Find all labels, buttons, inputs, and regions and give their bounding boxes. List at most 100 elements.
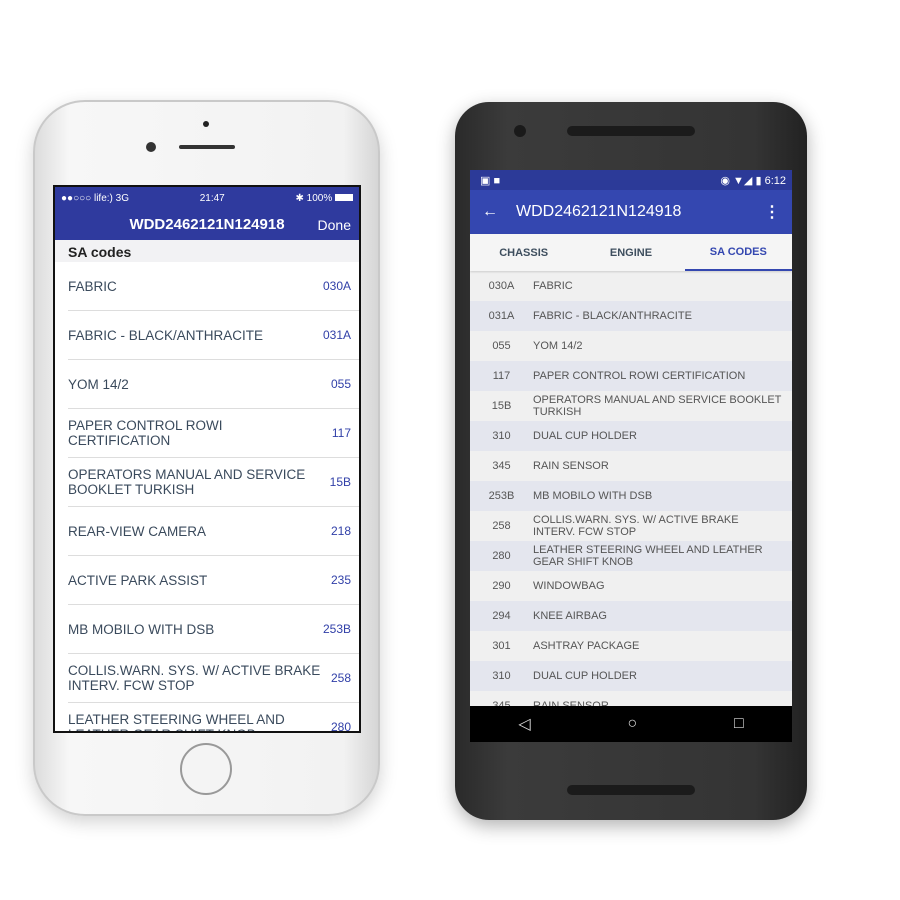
home-icon[interactable]: ○ bbox=[627, 715, 637, 733]
carrier: ●●○○○ life:) bbox=[61, 192, 113, 204]
list-item[interactable]: 030A FABRIC bbox=[470, 271, 792, 301]
item-label: YOM 14/2 bbox=[68, 376, 129, 392]
recents-icon[interactable]: □ bbox=[734, 715, 744, 733]
list-item[interactable]: 294 KNEE AIRBAG bbox=[470, 601, 792, 631]
item-code: 15B bbox=[491, 400, 512, 412]
tab-chassis[interactable]: CHASSIS bbox=[470, 234, 577, 271]
battery-charging-icon: ▮ bbox=[755, 174, 762, 187]
list-item[interactable]: LEATHER STEERING WHEEL AND LEATHER GEAR … bbox=[68, 703, 359, 731]
android-notification-icon: ■ bbox=[493, 174, 501, 187]
ios-screen: ●●○○○ life:) 3G 21:47 ✱ 100% WDD2462121N… bbox=[53, 185, 361, 733]
item-code: 290 bbox=[492, 580, 511, 592]
list-item[interactable]: OPERATORS MANUAL AND SERVICE BOOKLET TUR… bbox=[68, 458, 359, 507]
list-item[interactable]: 253B MB MOBILO WITH DSB bbox=[470, 481, 792, 511]
sa-code-list: FABRIC 030A FABRIC - BLACK/ANTHRACITE 031A Y… bbox=[55, 262, 359, 731]
item-code: 15B bbox=[329, 475, 351, 489]
item-label: OPERATORS MANUAL AND SERVICE BOOKLET TUR… bbox=[68, 467, 306, 497]
app-bar: ← WDD2462121N124918 ⋮ bbox=[470, 190, 792, 234]
tab-engine[interactable]: ENGINE bbox=[577, 234, 684, 271]
list-item[interactable]: FABRIC - BLACK/ANTHRACITE 031A bbox=[68, 311, 359, 360]
back-arrow-icon[interactable]: ← bbox=[482, 203, 498, 221]
item-code: 310 bbox=[492, 430, 511, 442]
wifi-icon: ▼ bbox=[733, 174, 744, 187]
item-label: RAIN SENSOR bbox=[533, 460, 609, 472]
android-status-bar: ▣ ■ ◉ ▼◢ ▮ 6:12 bbox=[470, 170, 792, 190]
item-label: OPERATORS MANUAL AND SERVICE BOOKLET TUR… bbox=[533, 394, 782, 418]
done-button[interactable]: Done bbox=[318, 217, 351, 233]
item-code: 055 bbox=[330, 377, 351, 391]
list-item[interactable]: 345 RAIN SENSOR bbox=[470, 451, 792, 481]
image-notification-icon: ▣ bbox=[480, 174, 491, 187]
top-speaker bbox=[567, 126, 695, 136]
back-icon[interactable]: ◁ bbox=[518, 714, 530, 734]
ios-status-bar: ●●○○○ life:) 3G 21:47 ✱ 100% bbox=[55, 187, 359, 209]
list-item[interactable]: 280 LEATHER STEERING WHEEL AND LEATHER GE… bbox=[470, 541, 792, 571]
item-code: 235 bbox=[330, 573, 351, 587]
home-button[interactable] bbox=[180, 743, 232, 795]
front-sensor bbox=[203, 121, 209, 127]
item-label: MB MOBILO WITH DSB bbox=[68, 621, 215, 637]
item-label: COLLIS.WARN. SYS. W/ ACTIVE BRAKE INTERV… bbox=[533, 514, 739, 538]
list-item[interactable]: 310 DUAL CUP HOLDER bbox=[470, 661, 792, 691]
item-code: 117 bbox=[492, 370, 511, 382]
front-camera bbox=[514, 125, 526, 137]
bluetooth-icon: ✱ bbox=[295, 192, 304, 204]
list-item[interactable]: REAR-VIEW CAMERA 218 bbox=[68, 507, 359, 556]
item-code: 258 bbox=[330, 671, 351, 685]
item-code: 055 bbox=[492, 340, 511, 352]
network: 3G bbox=[115, 192, 129, 204]
list-item[interactable]: 15B OPERATORS MANUAL AND SERVICE BOOKLET … bbox=[470, 391, 792, 421]
item-code: 031A bbox=[488, 310, 515, 322]
item-label: REAR-VIEW CAMERA bbox=[68, 523, 207, 539]
list-item[interactable]: 055 YOM 14/2 bbox=[470, 331, 792, 361]
item-label: COLLIS.WARN. SYS. W/ ACTIVE BRAKE INTERV… bbox=[68, 663, 321, 693]
item-code: 117 bbox=[331, 426, 351, 440]
list-item[interactable]: 301 ASHTRAY PACKAGE bbox=[470, 631, 792, 661]
item-label: ACTIVE PARK ASSIST bbox=[68, 572, 208, 588]
item-code: 218 bbox=[330, 524, 351, 538]
clock: 21:47 bbox=[199, 192, 225, 204]
item-label: WINDOWBAG bbox=[533, 580, 605, 592]
item-label: PAPER CONTROL ROWI CERTIFICATION bbox=[68, 418, 223, 448]
list-item[interactable]: PAPER CONTROL ROWI CERTIFICATION 117 bbox=[68, 409, 359, 458]
page-title: WDD2462121N124918 bbox=[129, 216, 285, 233]
item-label: KNEE AIRBAG bbox=[533, 610, 607, 622]
item-code: 030A bbox=[488, 280, 515, 292]
android-screen: ▣ ■ ◉ ▼◢ ▮ 6:12 ← WDD2462121N124918 ⋮ CH… bbox=[470, 170, 792, 742]
list-item[interactable]: COLLIS.WARN. SYS. W/ ACTIVE BRAKE INTERV… bbox=[68, 654, 359, 703]
sa-code-list: 030A FABRIC 031A FABRIC - BLACK/ANTHRACITE 0… bbox=[470, 271, 792, 721]
list-item[interactable]: 290 WINDOWBAG bbox=[470, 571, 792, 601]
item-label: FABRIC - BLACK/ANTHRACITE bbox=[68, 327, 264, 343]
list-item[interactable]: YOM 14/2 055 bbox=[68, 360, 359, 409]
list-item[interactable]: FABRIC 030A bbox=[68, 262, 359, 311]
ios-nav-bar: WDD2462121N124918 Done bbox=[55, 209, 359, 240]
earpiece bbox=[179, 145, 235, 149]
item-code: 280 bbox=[492, 550, 511, 562]
item-label: ASHTRAY PACKAGE bbox=[533, 640, 640, 652]
list-item[interactable]: 031A FABRIC - BLACK/ANTHRACITE bbox=[470, 301, 792, 331]
clock: 6:12 bbox=[764, 174, 786, 187]
list-item[interactable]: 310 DUAL CUP HOLDER bbox=[470, 421, 792, 451]
more-vert-icon[interactable]: ⋮ bbox=[764, 202, 780, 222]
item-label: DUAL CUP HOLDER bbox=[533, 670, 637, 682]
list-item[interactable]: MB MOBILO WITH DSB 253B bbox=[68, 605, 359, 654]
list-item[interactable]: 258 COLLIS.WARN. SYS. W/ ACTIVE BRAKE INT… bbox=[470, 511, 792, 541]
sync-icon: ◉ bbox=[720, 174, 730, 187]
item-code: 258 bbox=[492, 520, 511, 532]
android-nav-bar: ◁ ○ □ bbox=[470, 706, 792, 742]
tab-sa-codes[interactable]: SA CODES bbox=[684, 234, 792, 271]
tab-bar: CHASSIS ENGINE SA CODES bbox=[470, 234, 792, 271]
item-label: DUAL CUP HOLDER bbox=[533, 430, 637, 442]
battery-icon bbox=[335, 194, 353, 202]
item-label: MB MOBILO WITH DSB bbox=[533, 490, 653, 502]
bottom-speaker bbox=[567, 785, 695, 795]
item-code: 310 bbox=[492, 670, 511, 682]
item-code: 301 bbox=[492, 640, 511, 652]
battery-level: 100% bbox=[306, 192, 333, 204]
list-item[interactable]: 117 PAPER CONTROL ROWI CERTIFICATION bbox=[470, 361, 792, 391]
item-code: 294 bbox=[492, 610, 511, 622]
item-label: PAPER CONTROL ROWI CERTIFICATION bbox=[533, 370, 746, 382]
item-label: FABRIC bbox=[68, 278, 117, 294]
list-item[interactable]: ACTIVE PARK ASSIST 235 bbox=[68, 556, 359, 605]
item-label: YOM 14/2 bbox=[533, 340, 583, 352]
